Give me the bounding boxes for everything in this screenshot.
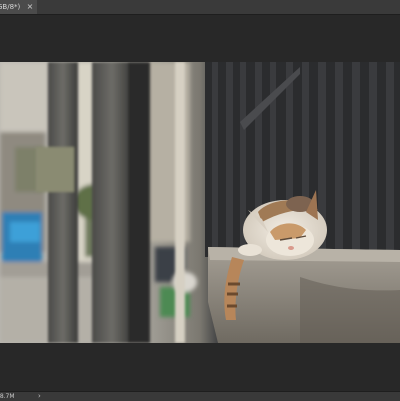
close-icon[interactable]: × [25, 0, 35, 14]
document-tab-title: GB/8*) [0, 3, 21, 11]
document-tab[interactable]: GB/8*) × [0, 0, 37, 14]
document-tab-bar: GB/8*) × [0, 0, 400, 15]
photo-canvas [0, 62, 400, 343]
document-image[interactable] [0, 62, 400, 343]
